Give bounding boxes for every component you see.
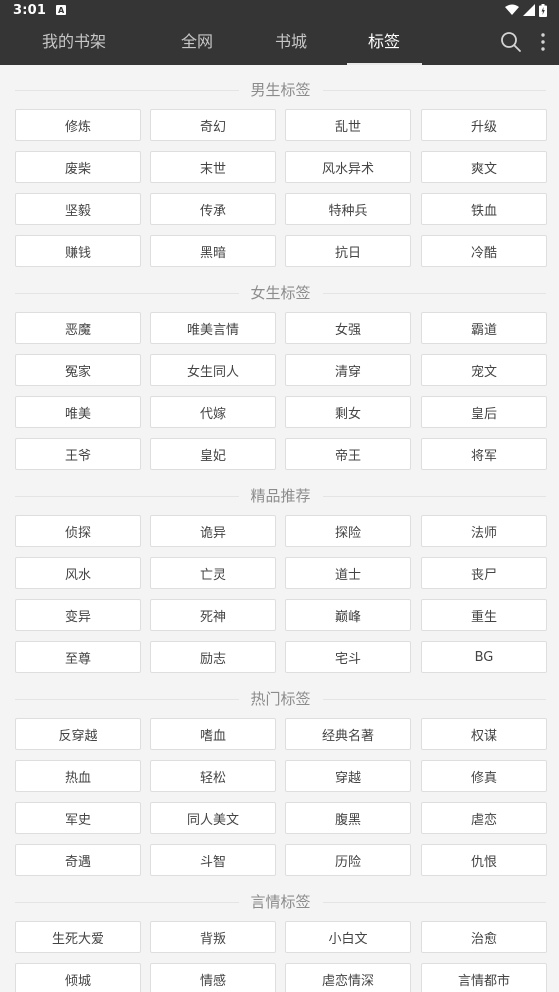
tag-button[interactable]: 诡异 bbox=[150, 515, 276, 547]
tag-button[interactable]: 特种兵 bbox=[285, 193, 411, 225]
tag-button[interactable]: 侦探 bbox=[15, 515, 141, 547]
tag-button[interactable]: 冷酷 bbox=[421, 235, 547, 267]
tag-button[interactable]: 道士 bbox=[285, 557, 411, 589]
wifi-icon bbox=[505, 4, 519, 15]
tag-button[interactable]: 修真 bbox=[421, 760, 547, 792]
section-header: 男生标签 bbox=[15, 80, 546, 100]
tag-button[interactable]: 霸道 bbox=[421, 312, 547, 344]
tag-button[interactable]: 背叛 bbox=[150, 921, 276, 953]
tag-button[interactable]: 将军 bbox=[421, 438, 547, 470]
tag-button[interactable]: 末世 bbox=[150, 151, 276, 183]
battery-icon bbox=[539, 3, 547, 17]
tag-button[interactable]: 至尊 bbox=[15, 641, 141, 673]
more-vertical-icon[interactable] bbox=[536, 31, 550, 53]
tag-button[interactable]: 法师 bbox=[421, 515, 547, 547]
tag-button[interactable]: 抗日 bbox=[285, 235, 411, 267]
tag-button[interactable]: 唯美 bbox=[15, 396, 141, 428]
tag-button[interactable]: 腹黑 bbox=[285, 802, 411, 834]
tag-button[interactable]: 王爷 bbox=[15, 438, 141, 470]
tag-button[interactable]: 情感 bbox=[150, 963, 276, 992]
section-title: 男生标签 bbox=[250, 81, 311, 99]
tag-button[interactable]: 热血 bbox=[15, 760, 141, 792]
tag-button[interactable]: 女强 bbox=[285, 312, 411, 344]
tag-button[interactable]: 嗜血 bbox=[150, 718, 276, 750]
tag-button[interactable]: 皇后 bbox=[421, 396, 547, 428]
tag-button[interactable]: 仇恨 bbox=[421, 844, 547, 876]
section-title: 热门标签 bbox=[250, 690, 311, 708]
status-bar: 3:01 A bbox=[0, 0, 559, 20]
tag-button[interactable]: 倾城 bbox=[15, 963, 141, 992]
tag-button[interactable]: 唯美言情 bbox=[150, 312, 276, 344]
tag-button[interactable]: 生死大爱 bbox=[15, 921, 141, 953]
tag-button[interactable]: 皇妃 bbox=[150, 438, 276, 470]
tag-button[interactable]: 赚钱 bbox=[15, 235, 141, 267]
tag-button[interactable]: 言情都市 bbox=[421, 963, 547, 992]
tag-button[interactable]: 恶魔 bbox=[15, 312, 141, 344]
tag-button[interactable]: 废柴 bbox=[15, 151, 141, 183]
tag-button[interactable]: 虐恋情深 bbox=[285, 963, 411, 992]
tab-bookshelf[interactable]: 我的书架 bbox=[28, 20, 120, 65]
tag-button[interactable]: BG bbox=[421, 641, 547, 673]
tag-button[interactable]: 风水 bbox=[15, 557, 141, 589]
tab-bookstore[interactable]: 书城 bbox=[260, 20, 322, 65]
tag-button[interactable]: 经典名著 bbox=[285, 718, 411, 750]
tag-button[interactable]: 治愈 bbox=[421, 921, 547, 953]
tag-button[interactable]: 变异 bbox=[15, 599, 141, 631]
tag-button[interactable]: 修炼 bbox=[15, 109, 141, 141]
tag-button[interactable]: 冤家 bbox=[15, 354, 141, 386]
tag-button[interactable]: 奇遇 bbox=[15, 844, 141, 876]
tag-button[interactable]: 同人美文 bbox=[150, 802, 276, 834]
tag-button[interactable]: 铁血 bbox=[421, 193, 547, 225]
tag-button[interactable]: 传承 bbox=[150, 193, 276, 225]
tab-whole-web[interactable]: 全网 bbox=[166, 20, 228, 65]
top-nav-bar: 我的书架 全网 书城 标签 bbox=[0, 20, 559, 65]
tag-button[interactable]: 军史 bbox=[15, 802, 141, 834]
tag-button[interactable]: 亡灵 bbox=[150, 557, 276, 589]
tag-button[interactable]: 乱世 bbox=[285, 109, 411, 141]
tag-button[interactable]: 宠文 bbox=[421, 354, 547, 386]
tag-button[interactable]: 坚毅 bbox=[15, 193, 141, 225]
tag-button[interactable]: 励志 bbox=[150, 641, 276, 673]
tag-button[interactable]: 清穿 bbox=[285, 354, 411, 386]
section-header: 热门标签 bbox=[15, 689, 546, 709]
tag-button[interactable]: 代嫁 bbox=[150, 396, 276, 428]
tag-button[interactable]: 风水异术 bbox=[285, 151, 411, 183]
tag-button[interactable]: 死神 bbox=[150, 599, 276, 631]
tag-button[interactable]: 反穿越 bbox=[15, 718, 141, 750]
tag-button[interactable]: 升级 bbox=[421, 109, 547, 141]
tag-button[interactable]: 女生同人 bbox=[150, 354, 276, 386]
search-icon[interactable] bbox=[500, 31, 522, 53]
section-title: 女生标签 bbox=[250, 284, 311, 302]
tag-button[interactable]: 帝王 bbox=[285, 438, 411, 470]
tag-button[interactable]: 巅峰 bbox=[285, 599, 411, 631]
section-header: 精品推荐 bbox=[15, 486, 546, 506]
status-icons bbox=[505, 3, 547, 17]
tag-button[interactable]: 历险 bbox=[285, 844, 411, 876]
tag-button[interactable]: 权谋 bbox=[421, 718, 547, 750]
tag-button[interactable]: 重生 bbox=[421, 599, 547, 631]
signal-icon bbox=[523, 4, 535, 16]
tag-button[interactable]: 虐恋 bbox=[421, 802, 547, 834]
tag-button[interactable]: 小白文 bbox=[285, 921, 411, 953]
status-time: 3:01 bbox=[13, 2, 47, 18]
tag-button[interactable]: 奇幻 bbox=[150, 109, 276, 141]
tab-tags[interactable]: 标签 bbox=[353, 20, 415, 65]
tag-button[interactable]: 丧尸 bbox=[421, 557, 547, 589]
tag-button[interactable]: 探险 bbox=[285, 515, 411, 547]
tag-button[interactable]: 穿越 bbox=[285, 760, 411, 792]
section-title: 精品推荐 bbox=[250, 487, 311, 505]
tag-button[interactable]: 爽文 bbox=[421, 151, 547, 183]
tag-button[interactable]: 黑暗 bbox=[150, 235, 276, 267]
tag-button[interactable]: 剩女 bbox=[285, 396, 411, 428]
tag-button[interactable]: 轻松 bbox=[150, 760, 276, 792]
notification-badge: A bbox=[56, 5, 67, 15]
section-header: 女生标签 bbox=[15, 283, 546, 303]
section-header: 言情标签 bbox=[15, 892, 546, 912]
section-title: 言情标签 bbox=[250, 893, 311, 911]
active-tab-indicator bbox=[347, 63, 422, 65]
tag-button[interactable]: 斗智 bbox=[150, 844, 276, 876]
tag-button[interactable]: 宅斗 bbox=[285, 641, 411, 673]
